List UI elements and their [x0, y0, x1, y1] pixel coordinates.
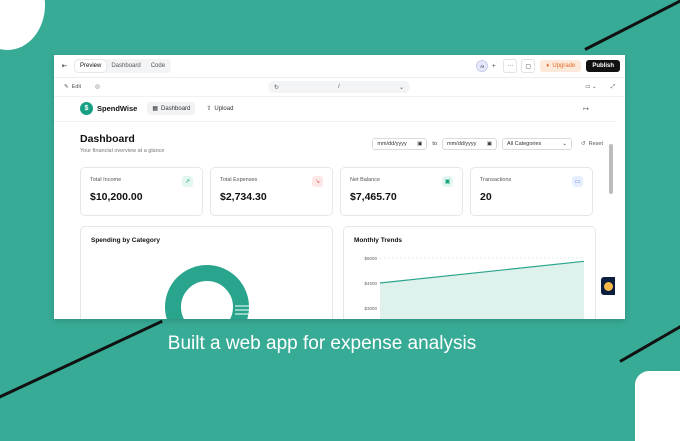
editor-tabs: Preview Dashboard Code	[74, 59, 172, 73]
monitor-icon[interactable]: ▭ ⌄	[585, 84, 596, 90]
decorative-line	[584, 0, 680, 51]
url-bar[interactable]: ↻ / ⌄	[268, 81, 410, 93]
avatar[interactable]: AI	[476, 60, 489, 72]
edit-icon[interactable]: ✎	[64, 84, 69, 90]
stat-value: $7,465.70	[350, 191, 397, 203]
date-to-input[interactable]: mm/dd/yyyy ▣	[442, 138, 498, 150]
palette-icon[interactable]: ◎	[95, 84, 100, 90]
tab-code[interactable]: Code	[146, 60, 170, 72]
tab-dashboard[interactable]: Dashboard	[106, 60, 145, 72]
decorative-blob-top-left	[0, 0, 45, 50]
stat-card-income: Total Income $10,200.00 ↗	[80, 167, 203, 216]
assistant-icon	[603, 281, 613, 291]
calendar-icon[interactable]: ▣	[417, 141, 422, 147]
y-tick-label: $6000	[364, 256, 377, 261]
page-title: Dashboard	[80, 133, 135, 145]
donut-gaps	[235, 305, 249, 315]
add-icon[interactable]: +	[488, 61, 499, 72]
trend-down-icon: ↘	[312, 176, 323, 187]
stat-card-expenses: Total Expenses $2,734.30 ↘	[210, 167, 333, 216]
nav-upload[interactable]: ⇧ Upload	[201, 102, 238, 115]
device-icon[interactable]: ▢	[521, 59, 536, 73]
page-subtitle: Your financial overview at a glance	[80, 148, 165, 154]
logo: $	[80, 102, 93, 115]
app-navbar: $ SpendWise ▦ Dashboard ⇧ Upload ↦	[54, 96, 615, 122]
trends-title: Monthly Trends	[354, 237, 403, 244]
upload-icon: ⇧	[206, 106, 212, 112]
upgrade-label: Upgrade	[552, 63, 576, 69]
trend-up-icon: ↗	[182, 176, 193, 187]
trends-panel: Monthly Trends $6000 $4500 $3000	[343, 226, 596, 319]
reset-button[interactable]: ↺ Reset	[577, 141, 607, 147]
stat-label: Total Expenses	[220, 177, 258, 183]
caption-text: Built a web app for expense analysis	[167, 333, 477, 354]
stat-value: $2,734.30	[220, 191, 267, 203]
publish-button[interactable]: Publish	[586, 60, 620, 72]
fullscreen-icon[interactable]: ⤢	[611, 84, 615, 91]
assistant-badge[interactable]	[601, 277, 615, 295]
tab-preview[interactable]: Preview	[75, 60, 107, 72]
nav-dashboard[interactable]: ▦ Dashboard	[147, 102, 196, 115]
trend-area	[380, 261, 584, 319]
category-select[interactable]: All Categories ⌄	[502, 138, 573, 150]
app-preview: $ SpendWise ▦ Dashboard ⇧ Upload ↦ Dashb…	[54, 96, 615, 319]
url-text[interactable]: /	[338, 84, 340, 90]
spending-panel: Spending by Category	[80, 226, 333, 319]
date-from-placeholder: mm/dd/yyyy	[377, 141, 407, 147]
stat-label: Total Income	[90, 177, 122, 183]
stat-value: 20	[480, 191, 492, 203]
wallet-icon: ▣	[442, 176, 453, 187]
reset-icon: ↺	[581, 141, 586, 147]
y-tick-label: $3000	[364, 306, 377, 311]
stats-cards: Total Income $10,200.00 ↗ Total Expenses…	[80, 167, 593, 216]
stat-value: $10,200.00	[90, 191, 143, 203]
edit-label[interactable]: Edit	[72, 84, 81, 90]
refresh-icon[interactable]: ↻	[274, 84, 279, 91]
editor-window: ⇤ Preview Dashboard Code AI + ··· ▢ ♦ Up…	[54, 55, 625, 319]
chevron-down-icon[interactable]: ⌄	[399, 84, 404, 91]
nav-upload-label: Upload	[214, 105, 234, 112]
nav-dashboard-label: Dashboard	[161, 105, 191, 112]
caption: Built a web app for expense analysis	[0, 333, 680, 355]
stat-card-balance: Net Balance $7,465.70 ▣	[340, 167, 463, 216]
stat-card-transactions: Transactions 20 ▭	[470, 167, 593, 216]
stat-label: Net Balance	[350, 177, 380, 183]
chevron-down-icon: ⌄	[562, 141, 568, 147]
decorative-blob-bottom-right	[635, 371, 680, 441]
filters: mm/dd/yyyy ▣ to mm/dd/yyyy ▣ All Categor…	[372, 138, 607, 150]
y-tick-label: $4500	[364, 281, 377, 286]
collapse-sidebar-icon[interactable]: ⇤	[59, 61, 70, 72]
more-icon[interactable]: ···	[503, 59, 518, 73]
trend-chart: $6000 $4500 $3000	[364, 256, 585, 319]
date-from-input[interactable]: mm/dd/yyyy ▣	[372, 138, 428, 150]
page-header: Dashboard Your financial overview at a g…	[80, 133, 165, 154]
upgrade-button[interactable]: ♦ Upgrade	[540, 60, 582, 72]
calendar-icon[interactable]: ▣	[487, 141, 492, 147]
gem-icon: ♦	[546, 63, 550, 69]
to-label: to	[432, 141, 438, 147]
category-value: All Categories	[507, 141, 542, 147]
card-icon: ▭	[572, 176, 583, 187]
spending-title: Spending by Category	[91, 237, 160, 244]
date-to-placeholder: mm/dd/yyyy	[447, 141, 477, 147]
grid-icon: ▦	[152, 106, 159, 112]
stat-label: Transactions	[480, 177, 512, 183]
editor-toolbar: ⇤ Preview Dashboard Code AI + ··· ▢ ♦ Up…	[54, 55, 625, 78]
logout-icon[interactable]: ↦	[583, 105, 589, 113]
brand-name: SpendWise	[97, 104, 138, 113]
scrollbar[interactable]	[609, 144, 613, 194]
reset-label: Reset	[588, 141, 603, 147]
